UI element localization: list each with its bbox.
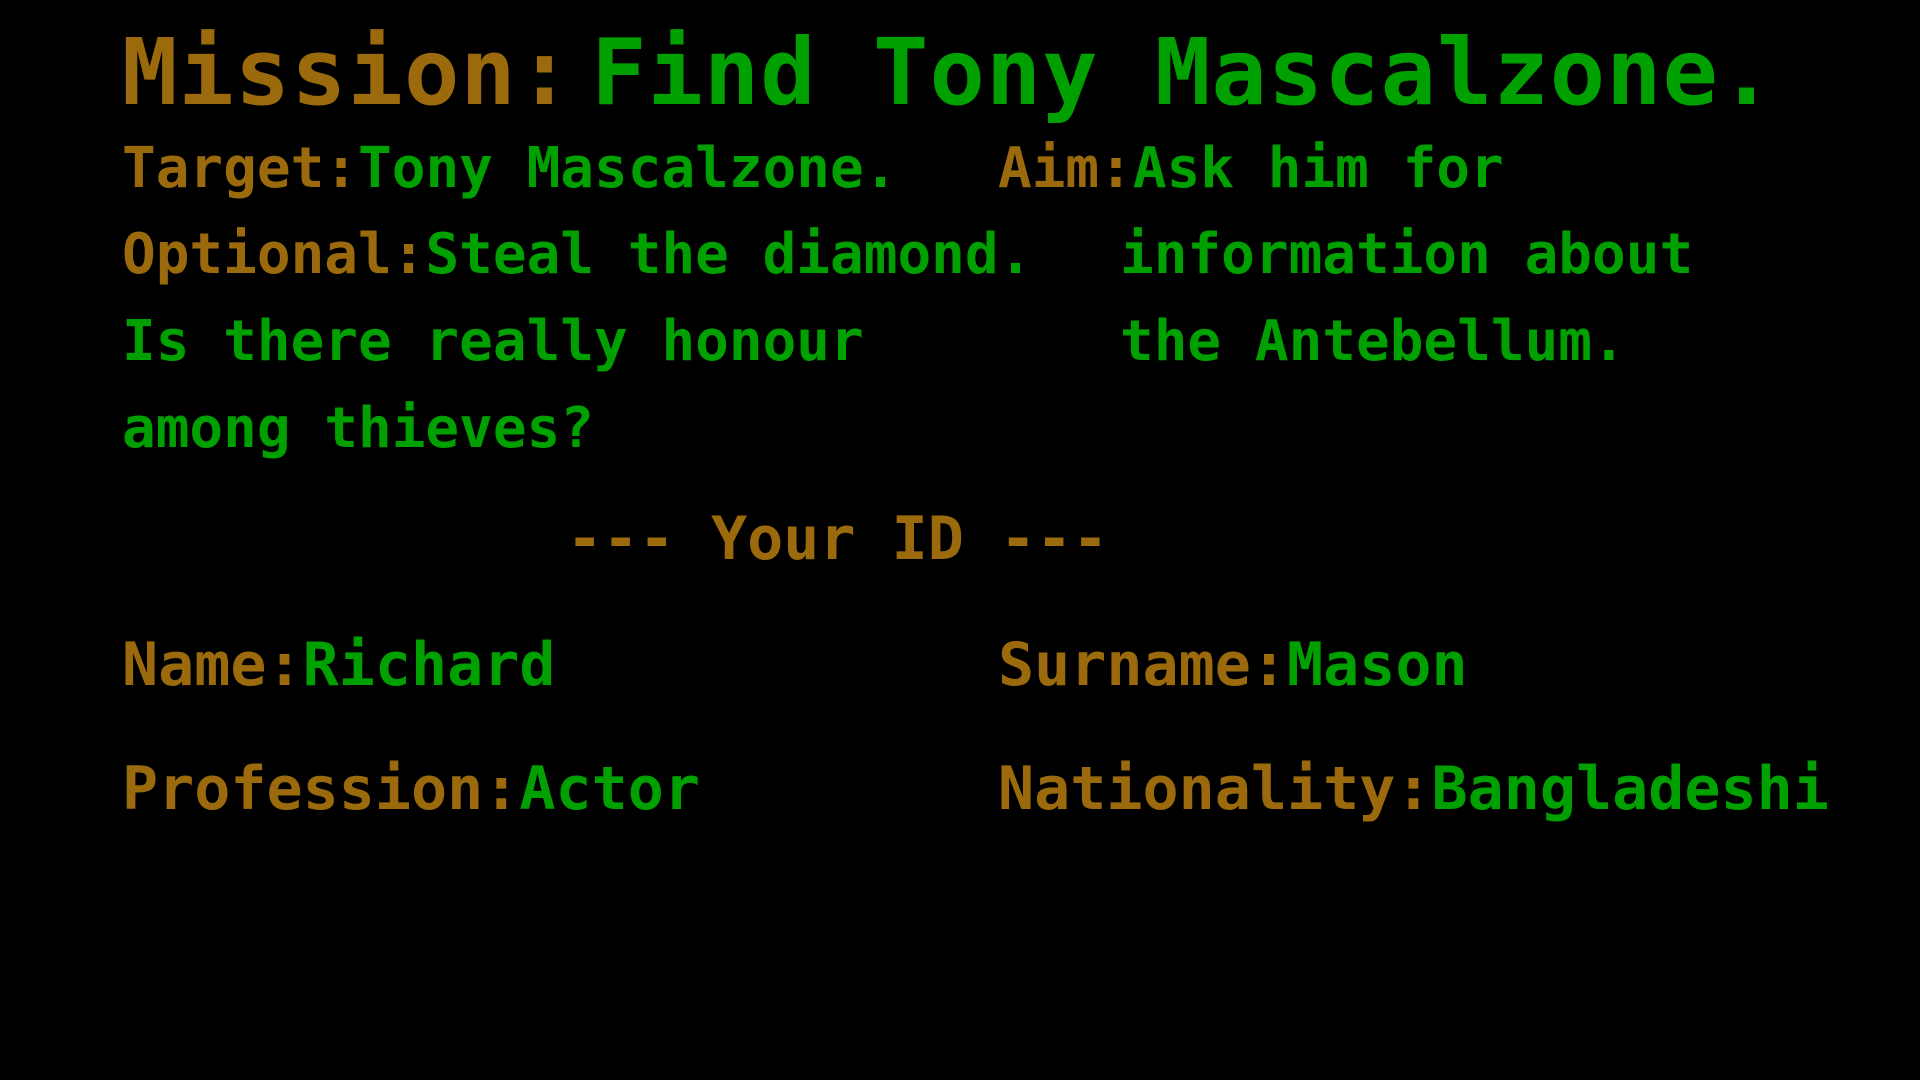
flavor-text-line-1: Is there really honour <box>122 309 864 374</box>
aim-value-line-1: Ask him for <box>1132 136 1504 201</box>
target-value: Tony Mascalzone. <box>358 136 898 201</box>
aim-value-line-2: information about <box>1120 222 1694 287</box>
name-field: Name:Richard <box>122 628 556 702</box>
profession-field: Profession:Actor <box>122 752 700 826</box>
optional-value: Steal the diamond. <box>425 222 1033 287</box>
surname-value: Mason <box>1286 630 1468 700</box>
surname-field: Surname:Mason <box>998 628 1468 702</box>
aim-label: Aim: <box>998 136 1133 201</box>
surname-label: Surname: <box>998 630 1287 700</box>
id-header-text: --- Your ID --- <box>566 504 1109 574</box>
nationality-field: Nationality:Bangladeshi <box>998 752 1829 826</box>
name-value: Richard <box>302 630 556 700</box>
profession-label: Profession: <box>122 754 520 824</box>
flavor-text-line-2: among thieves? <box>122 396 595 461</box>
profession-value: Actor <box>519 754 700 824</box>
name-label: Name: <box>122 630 303 700</box>
aim-value-line-3: the Antebellum. <box>1120 309 1626 374</box>
target-label: Target: <box>122 136 359 201</box>
mission-label: Mission: <box>122 19 574 126</box>
mission-value: Find Tony Mascalzone. <box>591 19 1776 126</box>
target-line: Target:Tony Mascalzone. <box>122 134 897 204</box>
aim-line: Aim:Ask him for <box>998 134 1504 204</box>
nationality-label: Nationality: <box>998 754 1432 824</box>
nationality-value: Bangladeshi <box>1431 754 1829 824</box>
optional-line: Optional:Steal the diamond. <box>122 220 1032 290</box>
optional-label: Optional: <box>122 222 426 287</box>
id-section-header: --- Your ID --- <box>0 502 1920 576</box>
mission-title: Mission: Find Tony Mascalzone. <box>122 18 1775 128</box>
